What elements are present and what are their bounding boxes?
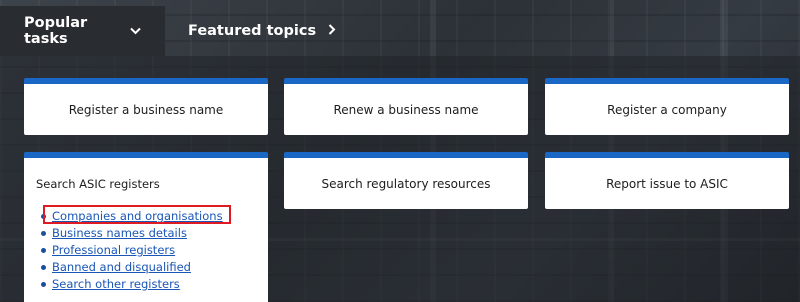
search-registers-list: Companies and organisations Business nam…	[38, 208, 223, 293]
tab-popular-tasks[interactable]: Popular tasks	[0, 6, 165, 56]
card-report-issue[interactable]: Report issue to ASIC	[545, 152, 789, 209]
card-report-issue-label: Report issue to ASIC	[606, 176, 728, 191]
list-item: Business names details	[38, 225, 223, 242]
chevron-down-icon	[130, 25, 141, 38]
list-item: Companies and organisations	[38, 208, 223, 225]
card-register-company-label: Register a company	[607, 102, 727, 117]
card-register-company[interactable]: Register a company	[545, 78, 789, 135]
link-banned-and-disqualified[interactable]: Banned and disqualified	[52, 260, 191, 274]
link-companies-and-organisations[interactable]: Companies and organisations	[52, 209, 223, 223]
list-item: Banned and disqualified	[38, 259, 223, 276]
link-business-names-details[interactable]: Business names details	[52, 226, 187, 240]
card-register-business-name-label: Register a business name	[68, 102, 224, 117]
tab-featured-topics[interactable]: Featured topics	[165, 6, 360, 56]
tab-featured-topics-label: Featured topics	[188, 23, 317, 39]
link-professional-registers[interactable]: Professional registers	[52, 243, 175, 257]
card-search-regulatory-resources-label: Search regulatory resources	[321, 176, 491, 191]
search-registers-title: Search ASIC registers	[36, 177, 160, 191]
bullet	[41, 282, 46, 287]
bullet	[41, 231, 46, 236]
tab-popular-tasks-label: Popular tasks	[24, 15, 88, 47]
link-search-other-registers[interactable]: Search other registers	[52, 277, 180, 291]
bullet	[41, 248, 46, 253]
list-item: Search other registers	[38, 276, 223, 293]
card-renew-business-name[interactable]: Renew a business name	[284, 78, 528, 135]
card-register-business-name[interactable]: Register a business name	[24, 78, 268, 135]
card-renew-business-name-label: Renew a business name	[333, 102, 479, 117]
chevron-right-icon	[328, 24, 336, 38]
card-search-asic-registers: Search ASIC registers Companies and orga…	[24, 152, 268, 302]
bullet	[41, 265, 46, 270]
bullet	[41, 214, 46, 219]
task-tabs: Popular tasks Featured topics	[0, 6, 360, 56]
list-item: Professional registers	[38, 242, 223, 259]
card-search-regulatory-resources[interactable]: Search regulatory resources	[284, 152, 528, 209]
